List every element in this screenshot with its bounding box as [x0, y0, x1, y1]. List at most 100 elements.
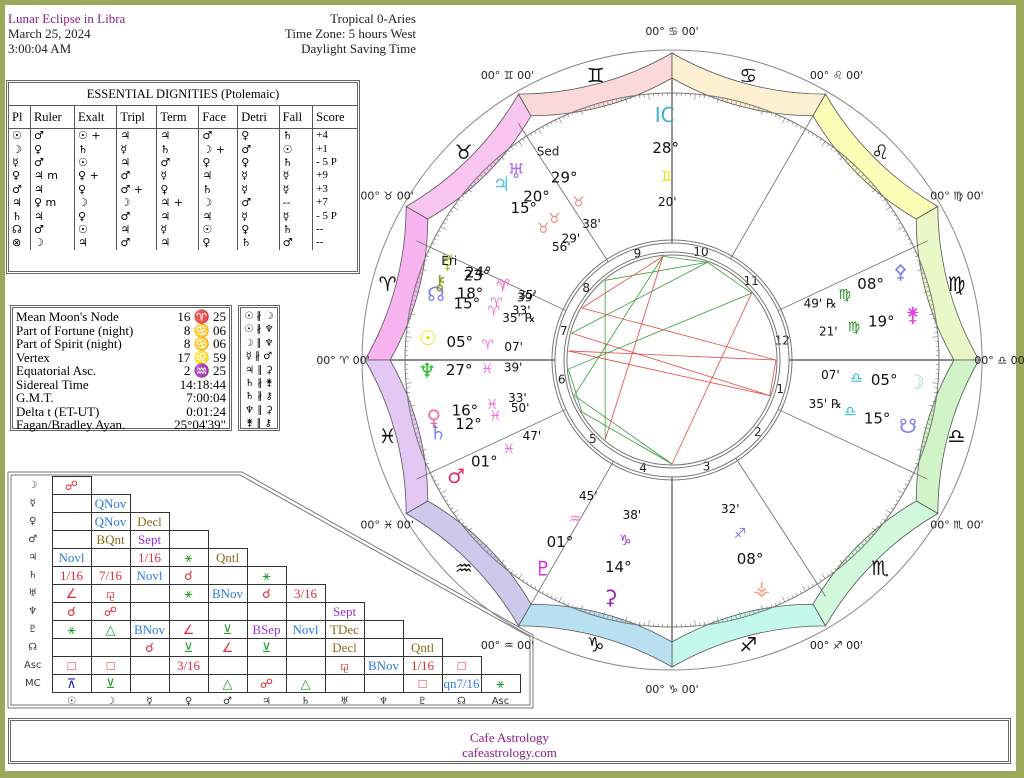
degree-tick	[431, 475, 435, 478]
sign-glyph-gemini: ♊	[587, 64, 605, 88]
degree-tick	[511, 570, 514, 574]
degree-tick	[885, 514, 889, 518]
degree-tick	[879, 195, 883, 198]
degree-tick	[461, 195, 465, 198]
degree-tick	[907, 238, 911, 241]
planet-minute: 33'	[508, 391, 527, 405]
degree-tick	[830, 570, 833, 574]
degree-tick	[550, 121, 553, 125]
planet-minute: 38'	[582, 217, 601, 231]
degree-tick	[558, 596, 562, 603]
planet-sign-glyph: ♈	[498, 277, 511, 293]
planet-sign-glyph: ♓	[486, 397, 499, 413]
degree-tick	[904, 234, 908, 237]
sign-cusp-label: 00° ♈ 00'	[316, 354, 369, 367]
planet-minute: 07'	[821, 368, 840, 382]
aspect-line	[571, 332, 770, 396]
degree-tick	[546, 124, 549, 128]
degree-tick	[567, 114, 570, 118]
planet-sign-glyph: ♑	[619, 533, 632, 549]
degree-tick	[427, 467, 431, 469]
planet-minute: 21'	[819, 324, 838, 338]
degree-tick	[440, 226, 447, 230]
planet-degree: 05°	[871, 371, 898, 389]
degree-tick	[445, 218, 449, 221]
degree-tick	[774, 602, 777, 606]
degree-tick	[914, 255, 918, 258]
degree-tick	[648, 619, 650, 627]
degree-tick	[879, 522, 883, 525]
sign-glyph-aries: ♈	[379, 272, 397, 296]
sign-cusp-label: 00° ♎ 00'	[974, 354, 1024, 367]
planet-glyph-moon: ☽	[907, 370, 925, 394]
degree-tick	[455, 514, 459, 518]
degree-tick	[507, 149, 510, 153]
degree-tick	[522, 138, 525, 142]
degree-tick	[458, 518, 462, 521]
degree-tick	[890, 210, 894, 213]
degree-tick	[895, 499, 899, 502]
planet-sign-glyph: ♈	[481, 338, 494, 354]
planet-degree: 16°	[452, 402, 479, 420]
degree-tick	[913, 251, 917, 253]
planet-degree: 08°	[737, 550, 764, 568]
degree-tick	[438, 487, 442, 490]
degree-tick	[782, 596, 786, 603]
aspect-line	[604, 256, 664, 440]
degree-tick	[774, 114, 777, 118]
degree-tick	[882, 199, 886, 202]
planet-degree: 27°	[446, 361, 473, 379]
degree-tick	[815, 135, 818, 139]
sign-cusp-label: 00° ♉ 00'	[360, 190, 413, 203]
degree-tick	[450, 210, 454, 213]
planet-sign-glyph: ♒	[568, 511, 581, 527]
degree-tick	[694, 93, 696, 101]
degree-tick	[530, 583, 533, 587]
degree-tick	[811, 583, 814, 587]
sign-cusp-label: 00° ♌ 00'	[810, 69, 863, 82]
degree-tick	[453, 509, 459, 514]
degree-tick	[779, 115, 781, 119]
degree-tick	[648, 93, 650, 101]
footer-url[interactable]: cafeastrology.com	[11, 745, 1008, 760]
planet-degree: 24°	[465, 263, 492, 281]
degree-tick	[811, 133, 814, 137]
degree-tick	[834, 567, 837, 571]
degree-tick	[885, 206, 891, 211]
planet-degree: 15°	[864, 409, 891, 427]
planet-degree: 14°	[605, 558, 632, 576]
degree-tick	[834, 149, 837, 153]
degree-tick	[431, 242, 435, 245]
planet-glyph-sedna: Sed	[537, 145, 560, 159]
footer-brand[interactable]: Cafe Astrology	[11, 730, 1008, 745]
degree-tick	[458, 199, 462, 202]
house-number: 6	[558, 372, 566, 386]
degree-tick	[426, 255, 430, 258]
planet-glyph-ceres: ⚳	[603, 585, 618, 609]
degree-tick	[931, 382, 939, 384]
planet-glyph-juno: ⚵	[905, 303, 920, 327]
degree-tick	[433, 238, 437, 241]
degree-tick	[538, 128, 542, 135]
degree-tick	[530, 133, 533, 137]
planet-minute: 20'	[658, 195, 677, 209]
degree-tick	[522, 578, 525, 582]
degree-tick	[909, 475, 913, 478]
sign-glyph-scorpio: ♏	[871, 556, 889, 580]
planet-glyph-south-node: ☋	[899, 414, 917, 438]
degree-tick	[554, 119, 557, 123]
degree-tick	[518, 573, 523, 579]
degree-tick	[518, 141, 523, 147]
planet-sign-glyph: ♎	[850, 370, 863, 386]
sign-glyph-leo: ♌	[871, 140, 889, 164]
degree-tick	[442, 495, 446, 498]
sign-cusp-label: 00° ♏ 00'	[930, 519, 983, 532]
degree-tick	[427, 251, 431, 253]
degree-tick	[436, 483, 440, 486]
degree-tick	[440, 490, 447, 494]
degree-tick	[542, 590, 545, 594]
degree-tick	[830, 146, 833, 150]
planet-minute: 32'	[721, 502, 740, 516]
degree-tick	[445, 499, 449, 502]
planet-degree: 05°	[447, 333, 474, 351]
